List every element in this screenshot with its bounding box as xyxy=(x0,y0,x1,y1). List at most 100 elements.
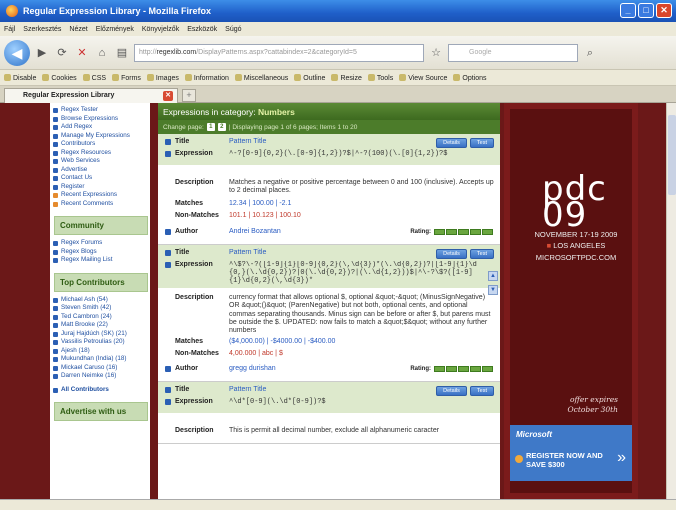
contributor-item[interactable]: Matt Brooke (22) xyxy=(52,321,150,330)
menu-bookmarks[interactable]: Könyvjelzők xyxy=(142,26,179,33)
sidebar-item[interactable]: Add Regex xyxy=(52,123,150,132)
sidebar-item[interactable]: Recent Comments xyxy=(52,200,150,209)
all-contributors-link[interactable]: All Contributors xyxy=(52,386,150,395)
stop-icon[interactable]: ✕ xyxy=(74,45,90,61)
dev-cookies[interactable]: Cookies xyxy=(42,74,76,82)
test-button[interactable]: Test xyxy=(469,138,494,148)
sidebar-item[interactable]: Recent Expressions xyxy=(52,191,150,200)
expression-scroller: ▲ ▼ xyxy=(488,270,498,295)
sidebar-item[interactable]: Register xyxy=(52,183,150,192)
home-icon[interactable]: ⌂ xyxy=(94,45,110,61)
contributor-item[interactable]: Vassilis Petroulias (20) xyxy=(52,338,150,347)
rating[interactable]: Rating: xyxy=(410,228,493,235)
community-item[interactable]: Regex Forums xyxy=(52,239,150,248)
sidebar-item[interactable]: Advertise xyxy=(52,166,150,175)
non-matches-label: Non-Matches xyxy=(175,211,219,219)
ad-offer: offer expires October 30th xyxy=(567,395,618,414)
register-text: REGISTER NOW AND SAVE $300 xyxy=(515,451,606,469)
menu-history[interactable]: Előzmények xyxy=(96,26,134,33)
dev-information[interactable]: Information xyxy=(185,74,229,82)
dev-forms[interactable]: Forms xyxy=(112,74,141,82)
maximize-button[interactable]: □ xyxy=(638,3,654,18)
dev-view-source[interactable]: View Source xyxy=(399,74,447,82)
details-button[interactable]: Details xyxy=(436,248,467,259)
dev-options[interactable]: Options xyxy=(453,74,486,82)
details-button[interactable]: Details xyxy=(436,385,467,396)
sidebar-item[interactable]: Browse Expressions xyxy=(52,115,150,124)
scroll-up-icon[interactable]: ▲ xyxy=(488,270,498,281)
expression-label: Expression xyxy=(163,398,229,405)
expression-entry: Title Pattern Title Expression ^\$?\-?([1-… xyxy=(158,244,500,382)
contributor-item[interactable]: Michael Ash (54) xyxy=(52,296,150,305)
page-button[interactable]: 1 xyxy=(206,123,215,131)
contributor-item[interactable]: Darren Neimke (16) xyxy=(52,372,150,381)
description-label: Description xyxy=(175,426,214,434)
contributor-item[interactable]: Steven Smith (42) xyxy=(52,304,150,313)
menu-tools[interactable]: Eszközök xyxy=(187,26,217,33)
dev-misc[interactable]: Miscellaneous xyxy=(235,74,288,82)
search-input[interactable]: Google xyxy=(448,43,578,62)
description-value: currency format that allows optional $, … xyxy=(229,293,491,335)
dev-resize[interactable]: Resize xyxy=(331,74,361,82)
menu-edit[interactable]: Szerkesztés xyxy=(23,26,61,33)
sidebar-item[interactable]: Contributors xyxy=(52,140,150,149)
contributor-item[interactable]: Ajesh (18) xyxy=(52,347,150,356)
tab-regex-library[interactable]: Regular Expression Library ✕ xyxy=(4,88,178,103)
bookmark-page-icon[interactable]: ▤ xyxy=(114,45,130,61)
details-button[interactable]: Details xyxy=(436,138,467,148)
sidebar-item[interactable]: Regex Resources xyxy=(52,149,150,158)
matches-label: Matches xyxy=(175,199,204,207)
ad-date: NOVEMBER 17-19 2009 xyxy=(534,230,618,239)
community-item[interactable]: Regex Blogs xyxy=(52,248,150,257)
menu-help[interactable]: Súgó xyxy=(225,26,241,33)
page-scrollbar[interactable] xyxy=(666,103,676,499)
sidebar-item[interactable]: Regex Tester xyxy=(52,106,150,115)
contributor-item[interactable]: Mickael Caruso (16) xyxy=(52,364,150,373)
test-button[interactable]: Test xyxy=(469,385,494,396)
contributor-item[interactable]: Ted Cambron (24) xyxy=(52,313,150,322)
matches-value: ($4,000.00) | -$4000.00 | -$400.00 xyxy=(229,337,336,345)
page-button[interactable]: 2 xyxy=(217,123,226,131)
reload-icon[interactable]: ⟳ xyxy=(54,45,70,61)
microsoft-logo: Microsoft xyxy=(516,430,552,439)
rating-label: Rating: xyxy=(410,365,431,372)
dev-disable[interactable]: Disable xyxy=(4,74,36,82)
close-button[interactable]: ✕ xyxy=(656,3,672,18)
new-tab-button[interactable]: + xyxy=(182,89,196,102)
community-item[interactable]: Regex Mailing List xyxy=(52,256,150,265)
back-button[interactable]: ◀ xyxy=(4,39,30,66)
menu-view[interactable]: Nézet xyxy=(69,26,87,33)
url-host: regexlib.com xyxy=(156,49,197,56)
sidebar-item[interactable]: Manage My Expressions xyxy=(52,132,150,141)
pdc-advertisement[interactable]: pdc09 NOVEMBER 17-19 2009 LOS ANGELES MI… xyxy=(504,103,638,499)
test-button[interactable]: Test xyxy=(469,248,494,259)
expression-value: ^\$?\-?([1-9]{1}[0-9]{0,2}(\,\d{3})*(\.\… xyxy=(229,260,477,285)
dev-tools[interactable]: Tools xyxy=(368,74,393,82)
dev-css[interactable]: CSS xyxy=(83,74,106,82)
contributors-heading: Top Contributors xyxy=(54,272,148,292)
minimize-button[interactable]: _ xyxy=(620,3,636,18)
category-prefix: Expressions in category: xyxy=(163,107,258,117)
search-icon[interactable]: ⌕ xyxy=(582,45,598,61)
star-icon[interactable]: ☆ xyxy=(428,45,444,61)
scroll-down-icon[interactable]: ▼ xyxy=(488,284,498,295)
sidebar-item[interactable]: Contact Us xyxy=(52,174,150,183)
rating[interactable]: Rating: xyxy=(410,365,493,372)
rating-label: Rating: xyxy=(410,228,431,235)
navigation-toolbar: ◀ ▶ ⟳ ✕ ⌂ ▤ http://regexlib.com/DisplayP… xyxy=(0,36,676,70)
url-bar[interactable]: http://regexlib.com/DisplayPatterns.aspx… xyxy=(134,43,424,62)
entry-body: Description This is permit all decimal nu… xyxy=(158,412,500,443)
entry-header: Title Pattern Title Expression ^\$?\-?([1-… xyxy=(158,244,500,295)
dev-images[interactable]: Images xyxy=(147,74,179,82)
menu-file[interactable]: Fájl xyxy=(4,26,15,33)
scrollbar-thumb[interactable] xyxy=(668,115,676,195)
author-label: Author xyxy=(163,365,229,372)
register-banner[interactable]: Microsoft REGISTER NOW AND SAVE $300 » xyxy=(510,425,632,481)
sidebar-item[interactable]: Web Services xyxy=(52,157,150,166)
forward-button[interactable]: ▶ xyxy=(34,45,50,61)
close-tab-icon[interactable]: ✕ xyxy=(163,91,173,101)
category-name: Numbers xyxy=(257,107,295,117)
dev-outline[interactable]: Outline xyxy=(294,74,325,82)
contributor-item[interactable]: Juraj Hajdúch (SK) (21) xyxy=(52,330,150,339)
contributor-item[interactable]: Mukundhan (India) (18) xyxy=(52,355,150,364)
